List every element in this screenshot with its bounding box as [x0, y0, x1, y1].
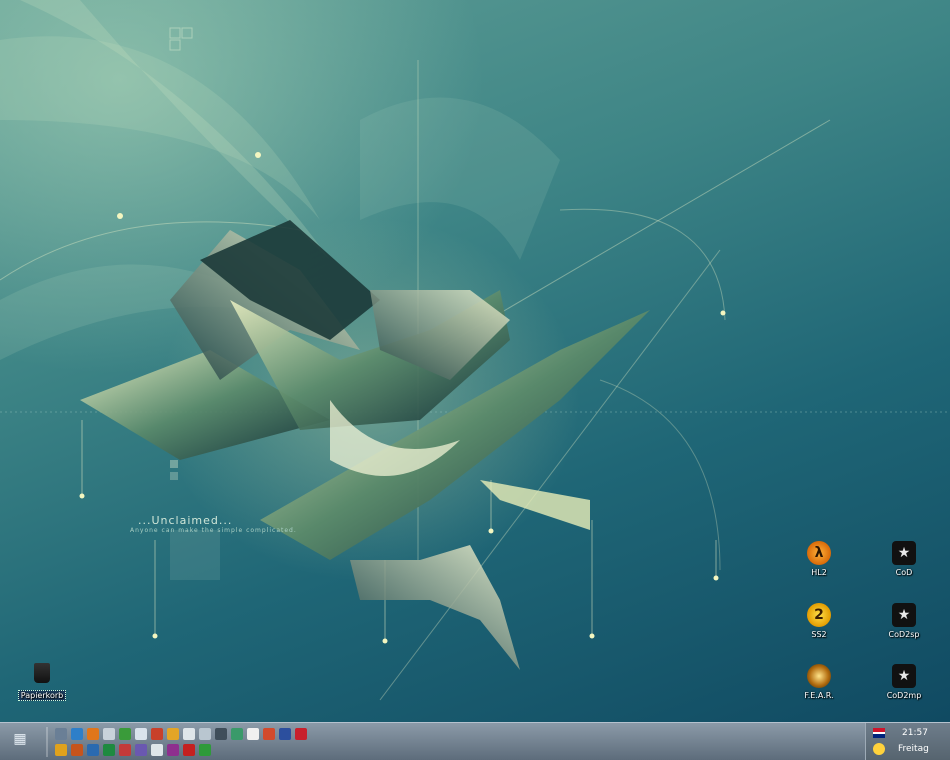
fear-icon [807, 664, 831, 688]
palette-icon[interactable] [263, 728, 275, 740]
check-icon[interactable] [215, 728, 227, 740]
document-icon[interactable] [135, 728, 147, 740]
disc-icon[interactable] [247, 728, 259, 740]
media-icon[interactable] [151, 728, 163, 740]
start-button[interactable]: ▦ [8, 727, 32, 751]
desktop-icon-label: CoD2sp [888, 630, 920, 639]
image-icon[interactable] [167, 744, 179, 756]
shield-icon[interactable] [119, 744, 131, 756]
headphones-icon[interactable] [151, 744, 163, 756]
tools-icon[interactable] [231, 728, 243, 740]
recycle-bin-icon [34, 663, 50, 683]
system-tray: 21:57 Freitag [865, 723, 950, 760]
desktop[interactable]: ...Unclaimed... Anyone can make the simp… [0, 0, 950, 722]
network-icon[interactable] [87, 744, 99, 756]
pencil-icon[interactable] [55, 744, 67, 756]
settings-icon[interactable] [183, 744, 195, 756]
desktop-icon-cod2mp[interactable]: ★ CoD2mp [872, 664, 936, 700]
paint-icon[interactable] [71, 744, 83, 756]
recycle-icon[interactable] [119, 728, 131, 740]
folder-icon[interactable] [167, 728, 179, 740]
arrow-icon[interactable] [199, 744, 211, 756]
cd-icon[interactable] [183, 728, 195, 740]
desktop-icon-label: SS2 [811, 630, 827, 639]
call-of-duty-2-mp-icon: ★ [892, 664, 916, 688]
save-icon[interactable] [279, 728, 291, 740]
quick-launch-bar [54, 726, 309, 758]
window-icon[interactable] [199, 728, 211, 740]
desktop-icon-label: F.E.A.R. [804, 691, 834, 700]
desktop-icon-recycle-bin[interactable]: Papierkorb [10, 663, 74, 702]
desktop-icon-ss2[interactable]: 2 SS2 [787, 603, 851, 639]
computer-icon[interactable] [55, 728, 67, 740]
start-grid-icon: ▦ [13, 731, 27, 747]
uk-flag-icon[interactable] [873, 728, 885, 738]
eject-icon[interactable] [103, 728, 115, 740]
clock-time[interactable]: 21:57 [902, 728, 928, 738]
half-life-2-icon: λ [807, 541, 831, 565]
serious-sam-2-icon: 2 [807, 603, 831, 627]
wallpaper-subtitle: Anyone can make the simple complicated. [130, 527, 297, 534]
wallpaper-title: ...Unclaimed... [138, 514, 233, 527]
game-icon[interactable] [103, 744, 115, 756]
taskbar-divider [46, 727, 48, 757]
desktop-icon-fear[interactable]: F.E.A.R. [787, 664, 851, 700]
desktop-icon-label: HL2 [811, 568, 827, 577]
call-of-duty-icon: ★ [892, 541, 916, 565]
clock-day[interactable]: Freitag [898, 744, 929, 754]
globe-icon[interactable] [71, 728, 83, 740]
player-icon[interactable] [135, 744, 147, 756]
desktop-icon-cod[interactable]: ★ CoD [872, 541, 936, 577]
desktop-icon-cod2sp[interactable]: ★ CoD2sp [872, 603, 936, 639]
flag-icon[interactable] [295, 728, 307, 740]
desktop-icon-label: Papierkorb [17, 690, 67, 701]
desktop-icon-label: CoD [895, 568, 913, 577]
smiley-icon[interactable] [873, 743, 885, 755]
desktop-icon-hl2[interactable]: λ HL2 [787, 541, 851, 577]
call-of-duty-2-sp-icon: ★ [892, 603, 916, 627]
firefox-icon[interactable] [87, 728, 99, 740]
desktop-icon-label: CoD2mp [886, 691, 922, 700]
taskbar: ▦ 21:57 Freitag [0, 722, 950, 760]
